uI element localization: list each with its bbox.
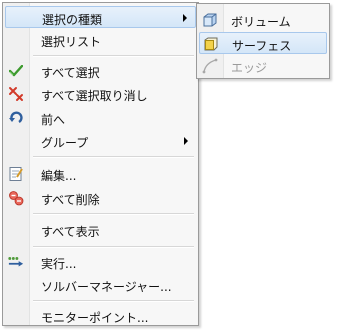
volume-cube-icon: [202, 12, 218, 28]
run-arrow-icon: [8, 254, 24, 270]
selection-type-submenu: ボリューム サーフェス エッジ: [196, 3, 330, 79]
menu-item-label: 実行...: [41, 257, 77, 271]
menu-item-label: すべて削除: [41, 193, 100, 207]
menu-item-solver-manager[interactable]: ソルバーマネージャー...: [5, 274, 196, 296]
menu-item-show-all[interactable]: すべて表示: [5, 219, 196, 241]
menu-item-label: ソルバーマネージャー...: [41, 280, 172, 294]
select-all-check-icon: [8, 63, 24, 79]
menu-item-group[interactable]: グループ: [5, 130, 196, 152]
submenu-item-volume[interactable]: ボリューム: [199, 9, 327, 31]
menu-separator: [33, 300, 194, 302]
surface-face-icon: [203, 36, 219, 52]
menu-item-label: すべて表示: [41, 225, 100, 239]
menu-separator: [33, 156, 194, 158]
submenu-arrow-icon: [183, 14, 187, 22]
menu-item-select-all[interactable]: すべて選択: [5, 60, 196, 82]
menu-item-label: 選択の種類: [42, 13, 103, 27]
menu-item-label: 選択リスト: [41, 35, 102, 49]
edge-curve-icon: [202, 58, 218, 74]
menu-item-selection-list[interactable]: 選択リスト: [5, 29, 196, 51]
menu-item-label: 前へ: [41, 113, 66, 127]
menu-separator: [33, 55, 194, 57]
menu-item-monitor-points[interactable]: モニターポイント...: [5, 305, 196, 327]
menu-item-label: モニターポイント...: [41, 311, 149, 325]
menu-item-label: グループ: [41, 136, 89, 150]
submenu-item-label: エッジ: [231, 61, 268, 75]
menu-separator: [33, 213, 194, 215]
menu-item-edit[interactable]: 編集...: [5, 163, 196, 185]
submenu-item-label: サーフェス: [232, 39, 292, 53]
edit-note-icon: [8, 166, 24, 182]
menu-separator: [33, 246, 194, 248]
submenu-item-edge[interactable]: エッジ: [199, 55, 327, 77]
menu-item-previous[interactable]: 前へ: [5, 107, 196, 129]
context-menu: 選択の種類 選択リスト すべて選択 すべて選択取り消し 前へ グループ 編集..…: [2, 2, 199, 326]
menu-item-label: すべて選択取り消し: [41, 89, 148, 103]
submenu-item-surface[interactable]: サーフェス: [199, 32, 327, 54]
menu-item-run[interactable]: 実行...: [5, 251, 196, 273]
submenu-item-label: ボリューム: [231, 15, 291, 29]
menu-item-label: 編集...: [41, 169, 77, 183]
menu-item-deselect-all[interactable]: すべて選択取り消し: [5, 83, 196, 105]
delete-all-icon: [8, 190, 24, 206]
menu-item-delete-all[interactable]: すべて削除: [5, 187, 196, 209]
menu-item-label: すべて選択: [41, 66, 100, 80]
previous-arrow-icon: [8, 110, 24, 126]
menu-item-selection-type[interactable]: 選択の種類: [5, 6, 196, 28]
deselect-all-x-icon: [8, 86, 24, 102]
submenu-arrow-icon: [184, 137, 188, 145]
